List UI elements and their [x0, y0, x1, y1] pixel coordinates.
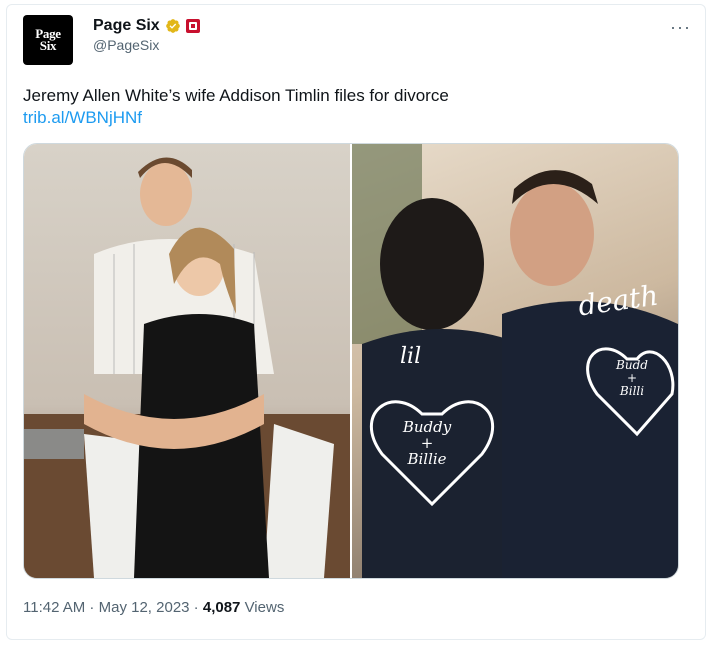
tweet-metadata: 11:42 AM · May 12, 2023 · 4,087 Views	[23, 599, 284, 616]
tweet-text: Jeremy Allen White’s wife Addison Timlin…	[23, 86, 449, 105]
tweet-header: Page Six Page Six @PageSix ···	[23, 11, 691, 71]
jacket-text-lil: lil	[400, 344, 422, 369]
logo-text-bottom: Six	[39, 38, 57, 53]
views-label: Views	[240, 599, 285, 616]
heart-text-line-2: +	[420, 434, 434, 452]
heart-text-right: Budd + Billi	[602, 359, 662, 398]
tweet-link[interactable]: trib.al/WBNjHNf	[23, 107, 683, 129]
tweet-time[interactable]: 11:42 AM	[23, 599, 85, 616]
separator-dot: ·	[189, 599, 203, 616]
photo-left-illustration	[24, 157, 350, 578]
display-name-row: Page Six	[93, 17, 200, 35]
display-name[interactable]: Page Six	[93, 17, 160, 35]
media-photo-left[interactable]	[24, 144, 350, 578]
account-avatar[interactable]: Page Six	[23, 15, 73, 65]
tweet-media[interactable]: lil death Buddy + Billie Budd + Billi	[23, 143, 679, 579]
verified-badge-icon	[165, 19, 180, 33]
account-names: Page Six @PageSix	[93, 17, 200, 53]
heart2-text-line-3: Billi	[619, 384, 645, 398]
separator-dot: ·	[85, 599, 99, 616]
tweet-date[interactable]: May 12, 2023	[99, 599, 190, 616]
tweet-card: Page Six Page Six @PageSix ··· Jeremy Al…	[6, 4, 706, 640]
more-options-icon[interactable]: ···	[670, 17, 691, 38]
heart-text-left: Buddy + Billie	[392, 419, 462, 467]
affiliation-badge-icon	[185, 19, 200, 33]
tweet-body: Jeremy Allen White’s wife Addison Timlin…	[23, 85, 683, 129]
views-count: 4,087	[202, 599, 241, 616]
heart-text-line-1: Buddy	[402, 418, 452, 436]
heart-text-line-3: Billie	[407, 450, 447, 468]
media-photo-right[interactable]: lil death Buddy + Billie Budd + Billi	[352, 144, 678, 578]
account-handle[interactable]: @PageSix	[93, 37, 200, 53]
